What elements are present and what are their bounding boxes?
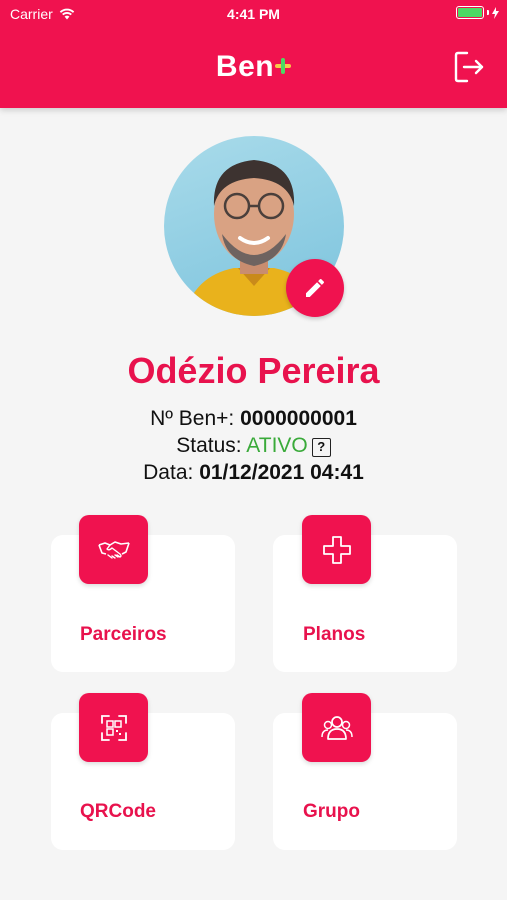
status-label: Status:	[176, 434, 242, 457]
profile-name: Odézio Pereira	[127, 350, 380, 391]
ben-number-label: Nº Ben+:	[150, 407, 235, 430]
date-value: 01/12/2021 04:41	[199, 461, 364, 484]
status-value: ATIVO	[246, 434, 308, 457]
battery-icon	[456, 6, 484, 19]
logo-plus-icon	[275, 58, 292, 74]
charging-icon	[492, 6, 499, 19]
card-icon-box-grupo[interactable]	[302, 693, 371, 762]
qr-scan-icon	[100, 714, 127, 741]
logout-icon[interactable]	[453, 50, 485, 84]
card-icon-box-planos[interactable]	[302, 515, 371, 584]
ben-number-value: 0000000001	[240, 407, 357, 430]
battery-indicator	[456, 6, 499, 19]
edit-photo-button[interactable]	[286, 259, 344, 317]
status-row: Status: ATIVO?	[0, 434, 507, 458]
group-icon	[320, 715, 353, 740]
plus-icon	[322, 535, 351, 564]
status-time: 4:41 PM	[227, 6, 280, 22]
card-label-planos: Planos	[303, 624, 366, 645]
app-logo: Ben	[0, 50, 507, 84]
card-icon-box-qrcode[interactable]	[79, 693, 148, 762]
card-label-qrcode: QRCode	[80, 801, 156, 822]
handshake-icon	[97, 540, 130, 559]
pencil-icon	[306, 278, 325, 297]
logo-text: Ben	[215, 50, 275, 83]
app-header: Carrier 4:41 PM Ben	[0, 0, 507, 108]
card-label-grupo: Grupo	[303, 801, 360, 822]
date-label: Data:	[143, 461, 194, 484]
date-row: Data: 01/12/2021 04:41	[0, 461, 507, 485]
card-label-parceiros: Parceiros	[80, 624, 167, 645]
status-bar: Carrier 4:41 PM	[0, 0, 507, 28]
card-icon-box-parceiros[interactable]	[79, 515, 148, 584]
ben-number-row: Nº Ben+: 0000000001	[0, 407, 507, 431]
status-help-icon[interactable]: ?	[311, 438, 331, 457]
